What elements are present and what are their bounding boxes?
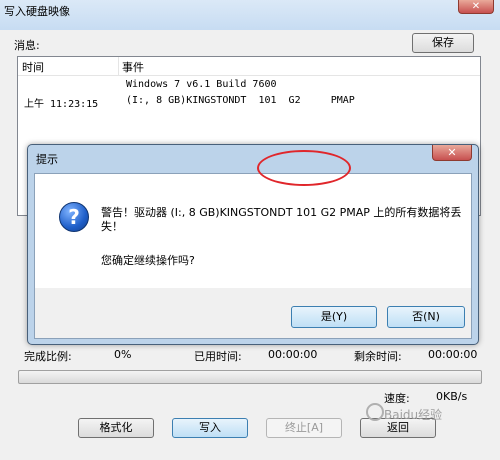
log-event: Windows 7 v6.1 Build 7600 [126, 79, 277, 90]
column-divider[interactable] [118, 57, 119, 76]
save-button[interactable]: 保存 [412, 33, 474, 53]
question-icon: ? [59, 202, 89, 232]
write-button[interactable]: 写入 [172, 418, 248, 438]
close-icon: ✕ [471, 1, 481, 12]
column-header-event[interactable]: 事件 [122, 59, 144, 75]
progress-bar [18, 370, 482, 384]
confirm-message: 您确定继续操作吗? [101, 254, 195, 267]
window-title: 写入硬盘映像 [4, 5, 70, 18]
dialog-body: ? 警告！驱动器 (I:, 8 GB)KINGSTONDT 101 G2 PMA… [34, 173, 472, 339]
elapsed-value: 00:00:00 [268, 348, 318, 361]
log-time: 上午 11:23:15 [24, 99, 99, 110]
stop-button[interactable]: 终止[A] [266, 418, 342, 438]
window-close-button[interactable]: ✕ [458, 0, 494, 14]
speed-value: 0KB/s [436, 390, 468, 403]
log-header: 时间 事件 [18, 57, 480, 76]
elapsed-label: 已用时间: [194, 350, 242, 363]
no-button[interactable]: 否(N) [387, 306, 465, 328]
write-disk-image-window: 写入硬盘映像 ✕ 消息: 保存 时间 事件 Windows 7 v6.1 Bui… [0, 0, 500, 460]
dialog-content-area: ? 警告！驱动器 (I:, 8 GB)KINGSTONDT 101 G2 PMA… [35, 174, 471, 288]
yes-button[interactable]: 是(Y) [291, 306, 377, 328]
dialog-close-button[interactable]: ✕ [432, 145, 472, 161]
dialog-title: 提示 [36, 153, 58, 166]
log-event: (I:, 8 GB)KINGSTONDT 101 G2 PMAP [126, 95, 355, 106]
remaining-label: 剩余时间: [354, 350, 402, 363]
confirm-dialog: 提示 ✕ ? 警告！驱动器 (I:, 8 GB)KINGSTONDT 101 G… [27, 144, 479, 345]
watermark-text: Baidu经验 [384, 408, 443, 422]
highlight-ring [257, 150, 351, 186]
complete-label: 完成比例: [24, 350, 72, 363]
close-icon: ✕ [447, 146, 457, 159]
messages-label: 消息: [14, 39, 40, 52]
format-button[interactable]: 格式化 [78, 418, 154, 438]
remaining-value: 00:00:00 [428, 348, 478, 361]
speed-label: 速度: [384, 392, 410, 405]
column-header-time[interactable]: 时间 [22, 59, 44, 75]
title-bar: 写入硬盘映像 ✕ [0, 0, 500, 30]
watermark-icon [366, 403, 384, 421]
warning-message: 警告！驱动器 (I:, 8 GB)KINGSTONDT 101 G2 PMAP … [101, 206, 462, 233]
complete-value: 0% [114, 348, 132, 361]
